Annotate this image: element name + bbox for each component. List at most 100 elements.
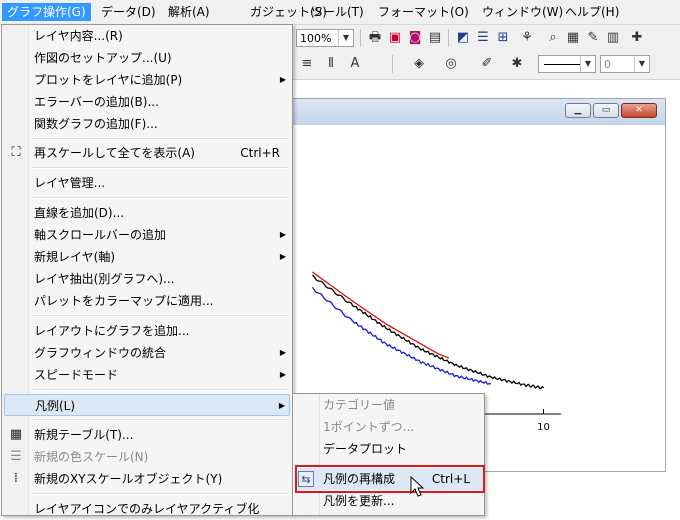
submenu-item-data-plot[interactable]: データプロット: [295, 438, 482, 460]
rescale-icon: ⛶: [11, 145, 21, 160]
menu-item-rescale-all[interactable]: ⛶ 再スケールして全てを表示(A) Ctrl+R: [4, 142, 290, 164]
menu-item-layer-management[interactable]: レイヤ管理...: [4, 172, 290, 194]
submenu-arrow-icon: ▶: [278, 401, 285, 410]
zoom-combo[interactable]: 100% ▼: [296, 29, 354, 47]
menu-separator: [32, 389, 288, 391]
zoom-value: 100%: [300, 32, 332, 45]
menu-data[interactable]: データ(D): [96, 3, 161, 21]
print-icon[interactable]: 🖶: [366, 29, 384, 47]
graph-menu: レイヤ内容...(R) 作図のセットアップ...(U) プロットをレイヤに追加(…: [1, 24, 293, 516]
brightness-icon[interactable]: ✱: [508, 55, 526, 73]
line-style-combo[interactable]: ▼: [538, 55, 596, 73]
film-icon[interactable]: ▤: [426, 29, 444, 47]
menu-item-label: レイアウトにグラフを追加...: [34, 324, 190, 338]
chevron-down-icon[interactable]: ▼: [634, 56, 649, 72]
menu-item-label: カテゴリー値: [323, 398, 396, 412]
menu-separator: [32, 138, 288, 140]
submenu-arrow-icon: ▶: [279, 252, 286, 261]
menu-item-label: 関数グラフの追加(F)...: [34, 117, 158, 131]
series-layer: [311, 271, 545, 390]
toolbar-separator: [392, 55, 393, 73]
chevron-down-icon[interactable]: ▼: [580, 56, 595, 72]
minimize-icon[interactable]: ▁: [565, 103, 591, 118]
menu-item-add-graph-to-layout[interactable]: レイアウトにグラフを追加...: [4, 320, 290, 342]
table-icon: ▦: [9, 427, 23, 442]
menu-separator: [32, 419, 288, 421]
text-color-icon[interactable]: A: [346, 55, 364, 73]
menu-item-new-layer[interactable]: 新規レイヤ(軸) ▶: [4, 246, 290, 268]
menu-item-new-table[interactable]: ▦ 新規テーブル(T)...: [4, 424, 290, 446]
menu-item-add-error-bars[interactable]: エラーバーの追加(B)...: [4, 91, 290, 113]
pattern-icon[interactable]: ◎: [442, 55, 460, 73]
menu-item-label: データプロット: [323, 442, 408, 456]
submenu-item-one-point-each[interactable]: 1ポイントずつ...: [295, 416, 482, 438]
menu-item-label: 1ポイントずつ...: [323, 420, 415, 434]
copy-page-icon[interactable]: ◙: [406, 29, 424, 47]
menu-item-add-straight-line[interactable]: 直線を追加(D)...: [4, 202, 290, 224]
submenu-item-update-legend[interactable]: 凡例を更新...: [295, 490, 482, 512]
menu-item-label: スピードモード: [34, 368, 119, 382]
line-width-value: 0: [604, 58, 611, 71]
series-line-0: [312, 271, 450, 359]
menu-item-label: 凡例を更新...: [323, 494, 395, 508]
menu-item-label: 新規テーブル(T)...: [34, 428, 134, 442]
line-style-sample: [544, 64, 580, 65]
menu-tools[interactable]: ツール(T): [306, 3, 369, 21]
menu-bar: グラフ操作(G) データ(D) 解析(A) ガジェット(S) ツール(T) フォ…: [0, 0, 680, 25]
menu-separator: [32, 493, 288, 495]
align-icon[interactable]: ≡: [298, 55, 316, 73]
menu-item-new-xy-scale-object[interactable]: ⁞ 新規のXYスケールオブジェクト(Y): [4, 468, 290, 490]
menu-item-extract-layer[interactable]: レイヤ抽出(別グラフへ)...: [4, 268, 290, 290]
menu-analysis[interactable]: 解析(A): [163, 3, 215, 21]
tree-icon[interactable]: ⚘: [518, 29, 536, 47]
more-icon[interactable]: ✚: [628, 29, 646, 47]
table-icon[interactable]: ▦: [564, 29, 582, 47]
menu-graph[interactable]: グラフ操作(G): [2, 3, 91, 21]
line-width-combo[interactable]: 0 ▼: [600, 55, 650, 73]
menu-help[interactable]: ヘルプ(H): [560, 3, 624, 21]
zoom-in-icon[interactable]: ⌕: [544, 29, 562, 47]
notes-icon[interactable]: ✎: [584, 29, 602, 47]
menu-item-label: レイヤ内容...(R): [34, 29, 123, 43]
stack-icon[interactable]: ☰: [474, 29, 492, 47]
menu-item-label: 直線を追加(D)...: [34, 206, 125, 220]
maximize-icon[interactable]: ▭: [593, 103, 619, 118]
menu-format[interactable]: フォーマット(O): [373, 3, 474, 21]
menu-item-add-plot-to-layer[interactable]: プロットをレイヤに追加(P) ▶: [4, 69, 290, 91]
pen-color-icon[interactable]: ✐: [478, 55, 496, 73]
menu-window[interactable]: ウィンドウ(W): [477, 3, 568, 21]
fill-color-icon[interactable]: ◈: [410, 55, 428, 73]
layer-icon[interactable]: ◩: [454, 29, 472, 47]
highlight-box: [295, 465, 485, 493]
bar-icon[interactable]: ⦀: [322, 55, 340, 73]
color-scale-icon: ☰: [10, 449, 22, 464]
menu-separator: [32, 315, 288, 317]
menu-item-apply-palette[interactable]: パレットをカラーマップに適用...: [4, 290, 290, 312]
menu-item-layer-icon-activation[interactable]: レイヤアイコンでのみレイヤアクティブ化: [4, 498, 290, 520]
menu-item-add-function-graph[interactable]: 関数グラフの追加(F)...: [4, 113, 290, 135]
submenu-item-category-values[interactable]: カテゴリー値: [295, 394, 482, 416]
toolbar-separator: [360, 29, 361, 47]
export-icon[interactable]: ▣: [386, 29, 404, 47]
menu-item-label: プロットをレイヤに追加(P): [34, 73, 183, 87]
mouse-cursor-icon: [410, 476, 424, 497]
chevron-down-icon[interactable]: ▼: [338, 30, 353, 46]
toolbar-area: 100% ▼ 🖶 ▣ ◙ ▤ ◩ ☰ ⊞ ⚘ ⌕ ▦ ✎ ▥ ✚ ≡ ⦀ A ◈…: [292, 25, 680, 80]
menu-item-layer-contents[interactable]: レイヤ内容...(R): [4, 25, 290, 47]
menu-item-merge-graph-windows[interactable]: グラフウィンドウの統合 ▶: [4, 342, 290, 364]
menu-item-new-color-scale[interactable]: ☰ 新規の色スケール(N): [4, 446, 290, 468]
series-line-2: [311, 286, 492, 385]
menu-item-legend[interactable]: 凡例(L) ▶: [4, 394, 290, 416]
legend-submenu: カテゴリー値 1ポイントずつ... データプロット ⇆ 凡例の再構成 Ctrl+L …: [292, 393, 485, 516]
menu-item-label: 新規レイヤ(軸): [34, 250, 116, 264]
merge-icon[interactable]: ⊞: [494, 29, 512, 47]
menu-separator: [32, 167, 288, 169]
menu-item-add-axis-scrollbar[interactable]: 軸スクロールバーの追加 ▶: [4, 224, 290, 246]
menu-item-plot-setup[interactable]: 作図のセットアップ...(U): [4, 47, 290, 69]
close-icon[interactable]: ✕: [621, 103, 657, 118]
menu-item-speed-mode[interactable]: スピードモード ▶: [4, 364, 290, 386]
graph-window-titlebar[interactable]: ▁ ▭ ✕: [293, 99, 665, 125]
x-tick-label-10: 10: [537, 422, 550, 433]
calendar-icon[interactable]: ▥: [604, 29, 622, 47]
menu-item-label: エラーバーの追加(B)...: [34, 95, 159, 109]
